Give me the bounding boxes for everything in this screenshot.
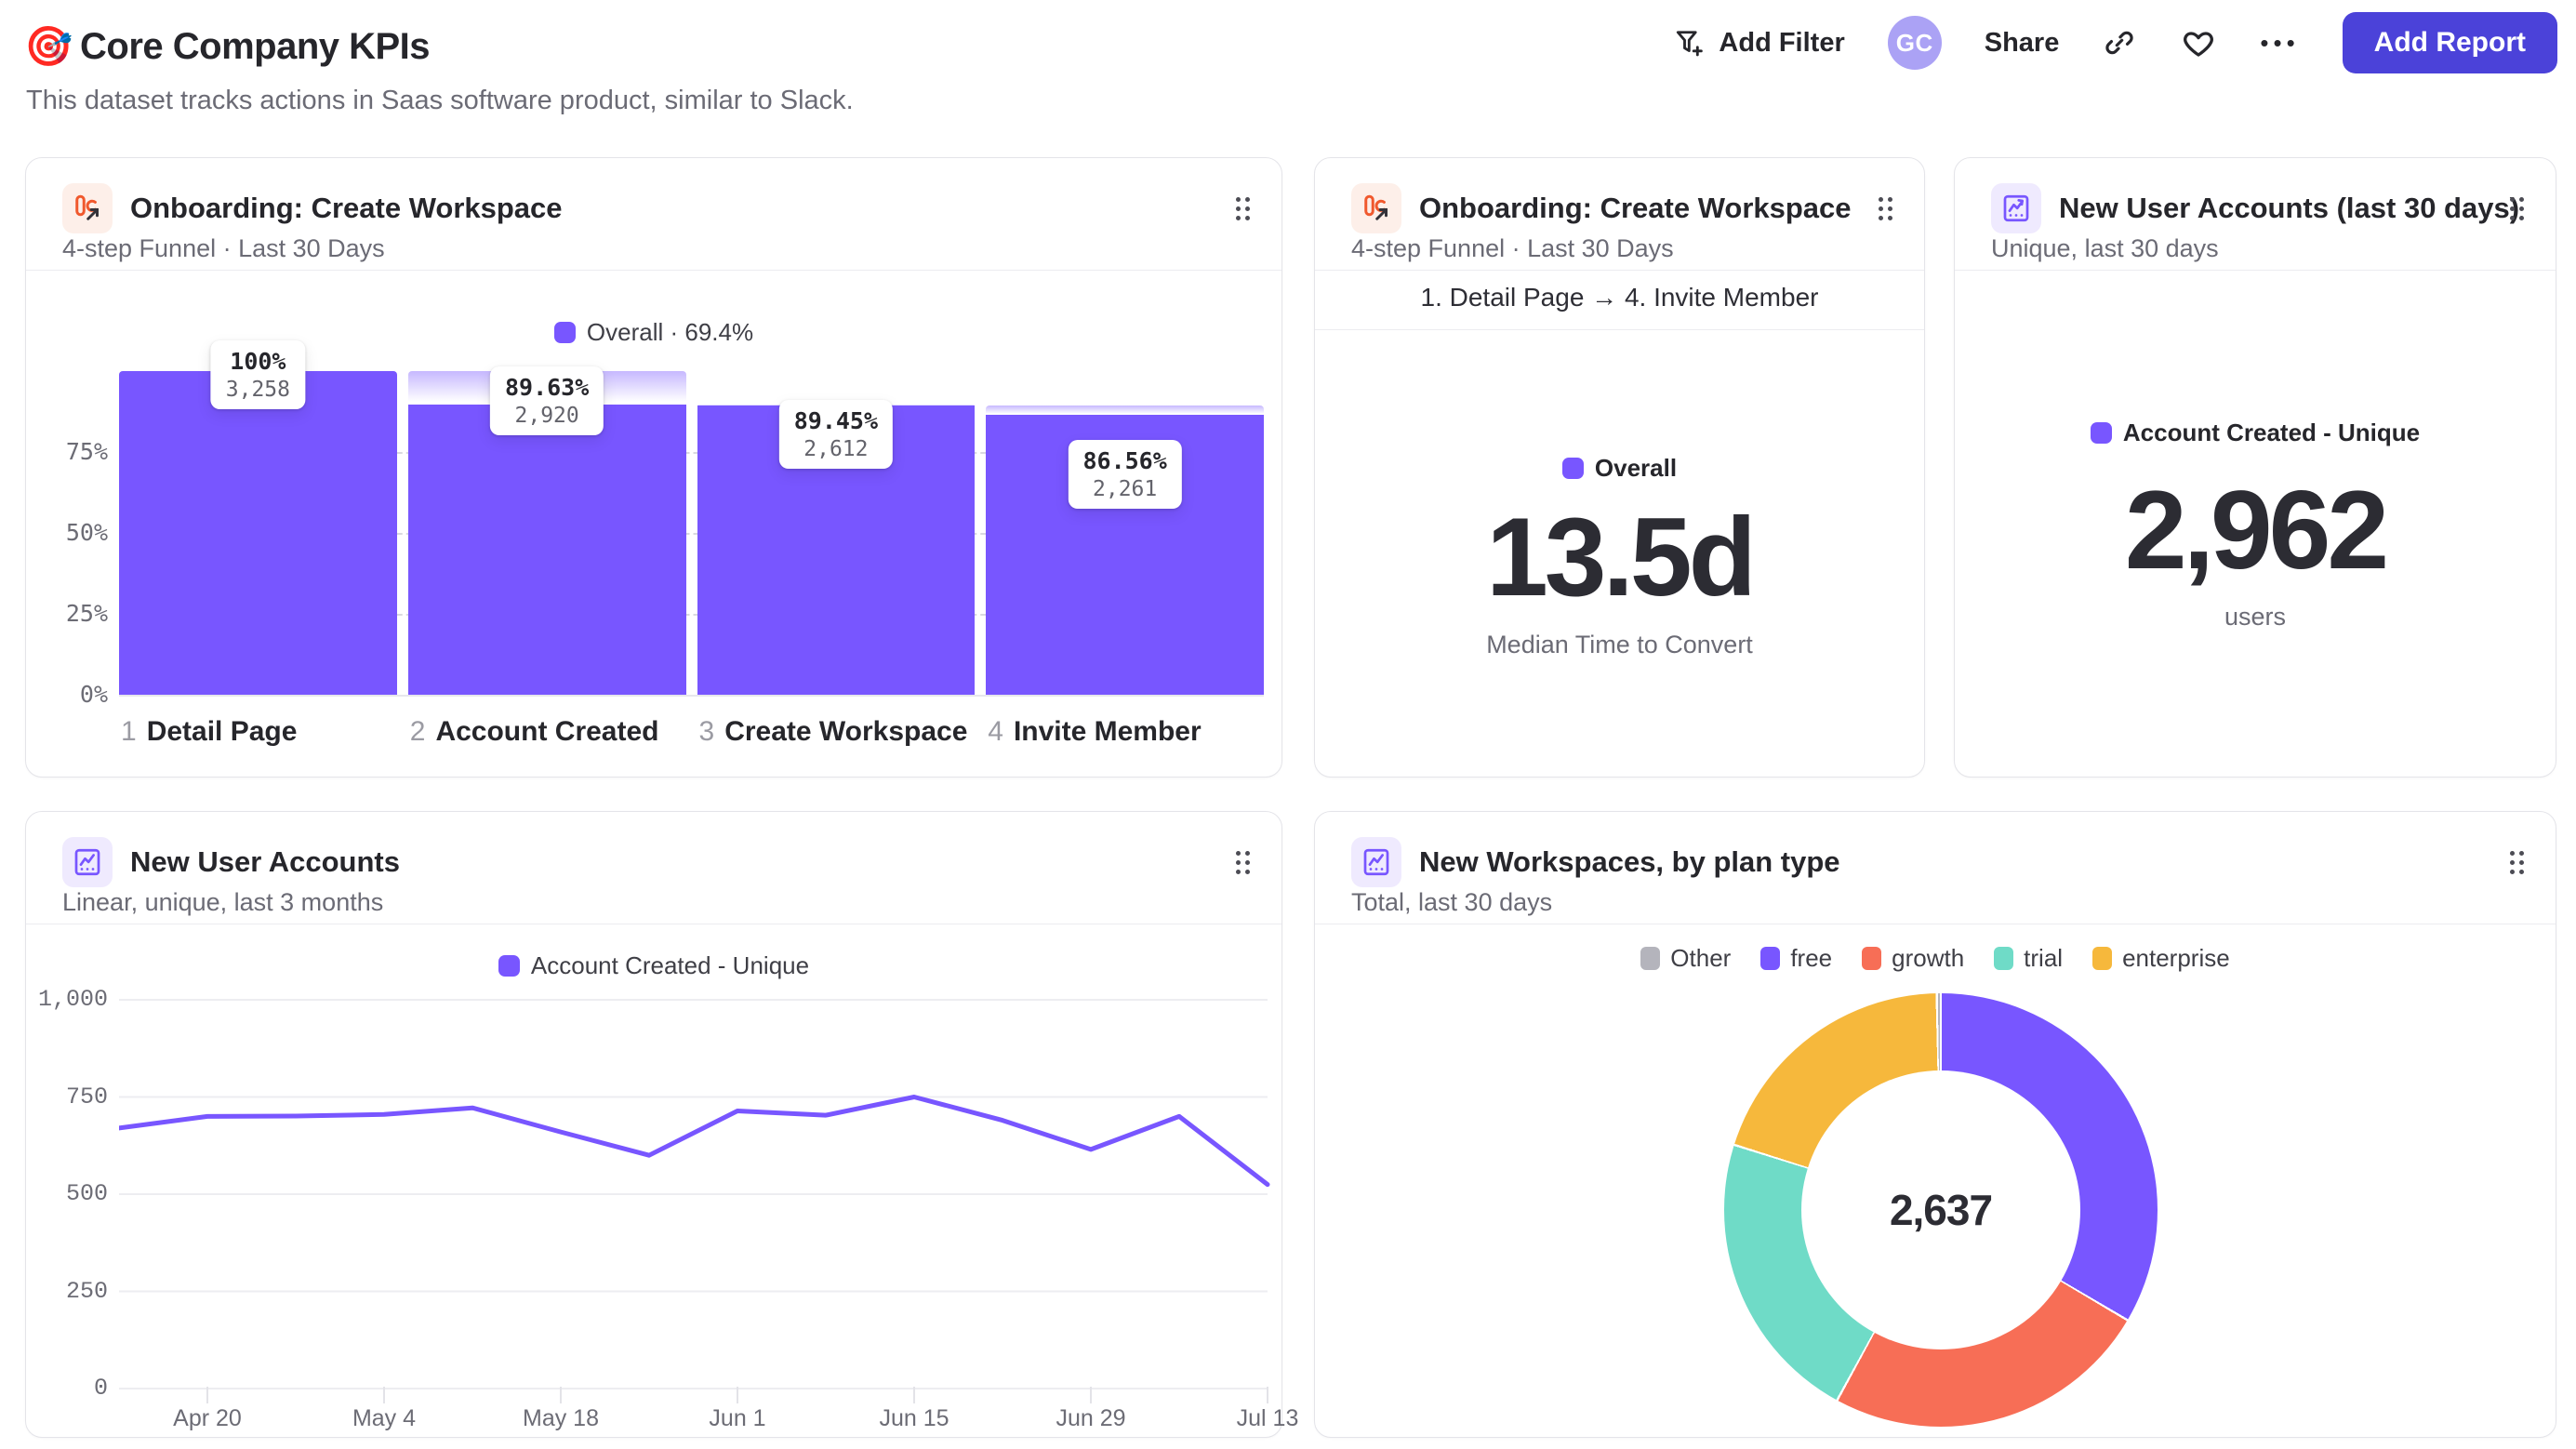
card-title: New User Accounts (last 30 days) [2059,192,2520,224]
line-y-tick: 750 [65,1083,108,1110]
divider [1315,329,1924,330]
share-label: Share [1984,27,2060,58]
line-y-tick: 1,000 [37,986,108,1013]
card-subtitle: Unique, last 30 days [1991,234,2219,262]
legend-item[interactable]: growth [1862,944,1964,973]
funnel-step-label: 1 Detail Page [121,716,298,747]
legend-item[interactable]: enterprise [2092,944,2230,973]
funnel-y-tick: 0% [79,681,108,708]
accounts-trend-card: New User Accounts Linear, unique, last 3… [25,811,1298,1438]
funnel-chart[interactable]: 75% 50% 25% 0% 100% 3,258 1 Detail Page 89.63% 2,… [26,158,1281,777]
funnel-bar[interactable] [119,371,397,695]
donut-total: 2,637 [1889,1186,1993,1234]
workspaces-card: New Workspaces, by plan type Total, last… [1314,811,2556,1438]
legend-item[interactable]: Other [1640,944,1731,973]
drag-handle-icon[interactable] [1879,197,1892,220]
metric-legend[interactable]: Overall [1315,454,1924,483]
legend-item[interactable]: trial [1994,944,2063,973]
legend-swatch [1561,458,1584,479]
drag-handle-icon[interactable] [2510,851,2524,874]
funnel-step-number: 1 [121,716,137,747]
funnel-step-number: 2 [409,716,426,747]
card-title: New Workspaces, by plan type [1419,845,1840,878]
board-emoji-icon: 🎯 [24,24,73,68]
favorite-heart-icon[interactable] [2180,24,2217,61]
funnel-value-tooltip: 89.63% 2,920 [489,366,604,435]
funnel-value-tooltip: 89.45% 2,612 [778,400,894,470]
funnel-value-tooltip: 86.56% 2,261 [1068,439,1182,509]
share-button[interactable]: Share [1985,28,2060,59]
card-subtitle: 4-step Funnel · Last 30 Days [1351,234,1674,262]
link-icon[interactable] [2102,25,2137,60]
divider [1955,270,2556,271]
line-chart[interactable]: 1,000 750 500 250 0 Apr 20 May 4 May 18 Jun 1 Jun… [26,812,1298,1437]
funnel-y-tick: 25% [65,600,108,627]
legend-swatch [1760,947,1781,970]
filter-plus-icon [1677,31,1704,57]
line-x-tick: Apr 20 [173,1405,242,1431]
add-filter-label: Add Filter [1719,27,1845,58]
add-report-button[interactable]: Add Report [2342,12,2557,73]
line-x-tick: May 18 [523,1405,599,1431]
add-filter-button[interactable]: Add Filter [1672,26,1845,60]
funnel-range-label: 1. Detail Page → 4. Invite Member [1420,283,1819,312]
time-to-convert-card: Onboarding: Create Workspace 4-step Funn… [1314,157,1925,778]
legend-label: Overall [1594,454,1678,482]
legend-item[interactable]: free [1760,944,1832,973]
line-x-tick: Jun 1 [709,1405,766,1431]
funnel-step-number: 3 [698,716,715,747]
line-y-tick: 250 [65,1277,108,1305]
metric-value: 2,962 [2124,468,2389,592]
funnel-gridline [119,695,1264,697]
legend-swatch [1994,947,2014,970]
funnel-step-label: 4 Invite Member [988,716,1202,747]
funnel-report-icon [1351,183,1401,233]
legend-label: Account Created - Unique [2122,419,2421,446]
page-subtitle: This dataset tracks actions in Saas soft… [26,86,854,115]
legend-swatch [1640,947,1661,970]
card-title: Onboarding: Create Workspace [1419,192,1852,224]
legend-swatch [2092,947,2113,970]
donut-legend: Other free growth trial enterprise [1315,944,2556,975]
funnel-step-label: 3 Create Workspace [698,716,968,747]
funnel-y-tick: 75% [65,438,108,465]
line-x-tick: Jun 15 [879,1405,949,1431]
insights-report-icon [1351,837,1401,887]
funnel-bar[interactable] [407,405,686,695]
new-accounts-card: New User Accounts (last 30 days) Unique,… [1954,157,2556,778]
line-x-tick: Jul 13 [1236,1405,1299,1431]
avatar[interactable]: GC [1887,16,1942,70]
funnel-card: Onboarding: Create Workspace 4-step Funn… [25,157,1282,778]
metric-caption: users [2224,603,2287,631]
card-subtitle: Total, last 30 days [1351,888,1553,916]
line-x-tick: Jun 29 [1056,1405,1126,1431]
insights-report-icon [1991,183,2041,233]
funnel-step-number: 4 [988,716,1003,747]
metric-value: 13.5d [1486,495,1757,619]
page-title: Core Company KPIs [80,26,431,67]
line-x-tick: May 4 [352,1405,417,1431]
funnel-dropoff-cap [986,405,1264,415]
legend-swatch [2090,422,2112,444]
funnel-y-tick: 50% [65,519,108,546]
line-chart-svg[interactable] [119,989,1272,1412]
metric-legend[interactable]: Account Created - Unique [1955,419,2556,447]
line-y-tick: 500 [65,1180,108,1207]
more-menu-button[interactable]: ••• [2260,29,2299,58]
drag-handle-icon[interactable] [2510,197,2524,220]
funnel-step-label: 2 Account Created [409,716,659,747]
line-y-tick: 0 [93,1375,108,1402]
avatar-initials: GC [1895,28,1933,57]
divider [1315,270,1924,271]
metric-caption: Median Time to Convert [1486,631,1753,658]
legend-swatch [1862,947,1882,970]
funnel-value-tooltip: 100% 3,258 [210,340,305,409]
